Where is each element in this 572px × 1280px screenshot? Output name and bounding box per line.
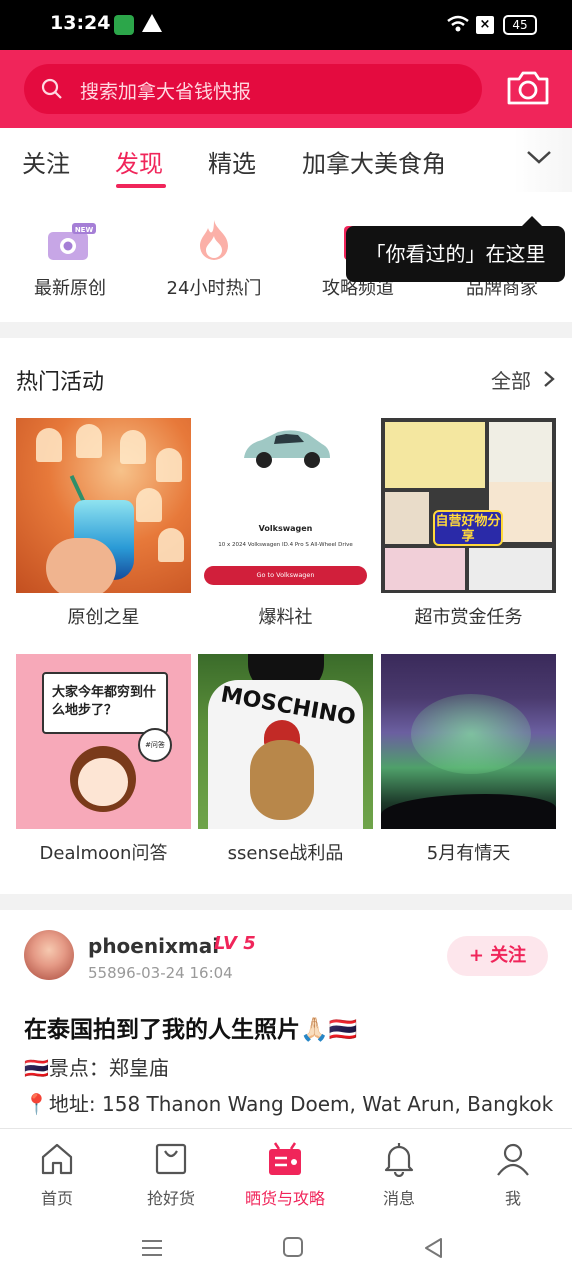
board-text: 大家今年都穷到什么地步了？ <box>52 685 157 718</box>
post-username[interactable]: phoenixmai <box>88 934 219 958</box>
bell-icon <box>384 1143 414 1177</box>
section-divider <box>0 322 572 338</box>
quick-link-label: 24小时热门 <box>166 278 262 299</box>
battery-icon: 45 <box>503 15 537 35</box>
promo-badge: 自营好物分享 <box>433 510 503 546</box>
nav-label: 消息 <box>382 1189 415 1208</box>
search-bar[interactable]: 搜索加拿大省钱快报 <box>24 64 482 114</box>
ad-cta-button[interactable]: Go to Volkswagen <box>204 566 367 585</box>
ad-description: 10 x 2024 Volkswagen ID.4 Pro S All-Whee… <box>218 542 353 548</box>
activity-image <box>16 418 191 593</box>
no-sim-icon: × <box>476 16 494 34</box>
activity-card-may-love[interactable]: 5月有情天 <box>381 654 556 869</box>
tabs-expand-button[interactable] <box>514 128 572 192</box>
category-tabs: 关注 发现 精选 加拿大美食角 <box>0 128 572 194</box>
chevron-right-icon[interactable] <box>542 370 556 388</box>
car-image <box>244 430 330 468</box>
activity-card-ssense[interactable]: MOSCHINO ssense战利品 <box>198 654 373 869</box>
nav-label: 首页 <box>40 1189 73 1208</box>
post-icon <box>269 1142 301 1175</box>
activity-card-original-star[interactable]: 原创之星 <box>16 418 191 633</box>
activity-caption: 超市赏金任务 <box>414 607 523 628</box>
app-notification-icon <box>114 15 134 35</box>
post-line-address: 📍地址: 158 Thanon Wang Doem, Wat Arun, Ban… <box>24 1092 554 1116</box>
avatar[interactable] <box>24 930 74 980</box>
activity-card-dealmoon-qa[interactable]: 大家今年都穷到什么地步了？ #问答 Dealmoon问答 <box>16 654 191 869</box>
nav-label: 我 <box>504 1189 521 1208</box>
user-level-badge: LV 5 <box>214 933 256 954</box>
nav-label: 抢好货 <box>146 1189 195 1208</box>
user-icon <box>497 1143 529 1176</box>
flame-icon <box>200 220 228 260</box>
camera-new-icon: NEW <box>48 223 96 260</box>
activity-image: MOSCHINO <box>198 654 373 829</box>
home-icon <box>41 1143 73 1175</box>
post-title[interactable]: 在泰国拍到了我的人生照片🙏🏻🇹🇭 <box>24 1010 357 1044</box>
search-icon <box>41 78 62 99</box>
tab-follow[interactable]: 关注 <box>22 144 70 179</box>
activity-image: Volkswagen 10 x 2024 Volkswagen ID.4 Pro… <box>198 418 373 593</box>
activity-caption: Dealmoon问答 <box>39 843 168 864</box>
activity-card-supermarket-bounty[interactable]: 自营好物分享 超市赏金任务 <box>381 418 556 633</box>
back-icon[interactable] <box>422 1236 444 1260</box>
status-bar: 13:24 × 45 <box>0 0 572 50</box>
new-badge: NEW <box>75 226 94 234</box>
tab-canada-food[interactable]: 加拿大美食角 <box>302 144 446 179</box>
activity-caption: 5月有情天 <box>426 843 511 864</box>
activity-card-deals-club[interactable]: Volkswagen 10 x 2024 Volkswagen ID.4 Pro… <box>198 418 373 633</box>
system-nav-bar <box>0 1218 572 1280</box>
activity-image: 自营好物分享 <box>381 418 556 593</box>
tab-featured[interactable]: 精选 <box>208 144 256 179</box>
home-square-icon[interactable] <box>282 1236 304 1258</box>
search-placeholder: 搜索加拿大省钱快报 <box>80 81 252 103</box>
nav-me[interactable]: 我 <box>456 1129 570 1219</box>
ad-brand: Volkswagen <box>258 524 313 533</box>
wifi-icon <box>447 15 469 32</box>
nav-home[interactable]: 首页 <box>0 1129 114 1219</box>
see-all-link[interactable]: 全部 <box>491 365 531 394</box>
nav-posts-guides[interactable]: 晒货与攻略 <box>228 1129 342 1219</box>
bottom-nav: 首页 抢好货 晒货与攻略 消息 我 <box>0 1128 572 1218</box>
activity-caption: 原创之星 <box>67 607 140 628</box>
nav-shop[interactable]: 抢好货 <box>114 1129 228 1219</box>
qa-badge: #问答 <box>138 728 172 762</box>
activity-image <box>381 654 556 829</box>
tab-discover[interactable]: 发现 <box>115 144 163 179</box>
nav-messages[interactable]: 消息 <box>342 1129 456 1219</box>
status-time: 13:24 <box>50 12 111 34</box>
section-title: 热门活动 <box>16 370 105 395</box>
active-tab-indicator <box>116 184 166 188</box>
menu-icon[interactable] <box>140 1236 164 1260</box>
warning-icon <box>142 14 162 32</box>
follow-button[interactable]: + 关注 <box>447 936 548 976</box>
section-divider <box>0 894 572 910</box>
post-timestamp: 55896-03-24 16:04 <box>88 964 233 982</box>
history-tooltip[interactable]: 「你看过的」在这里 <box>346 226 565 282</box>
app-header: 搜索加拿大省钱快报 <box>0 50 572 128</box>
activity-image: 大家今年都穷到什么地步了？ #问答 <box>16 654 191 829</box>
camera-icon[interactable] <box>505 69 551 107</box>
activity-caption: ssense战利品 <box>227 843 344 864</box>
activity-caption: 爆料社 <box>258 607 313 628</box>
post-line-attraction: 🇹🇭景点：郑皇庙 <box>24 1056 169 1080</box>
quick-link-label: 最新原创 <box>34 278 106 299</box>
shopping-bag-icon <box>155 1143 187 1175</box>
nav-label: 晒货与攻略 <box>244 1189 325 1208</box>
chevron-down-icon <box>527 151 551 164</box>
